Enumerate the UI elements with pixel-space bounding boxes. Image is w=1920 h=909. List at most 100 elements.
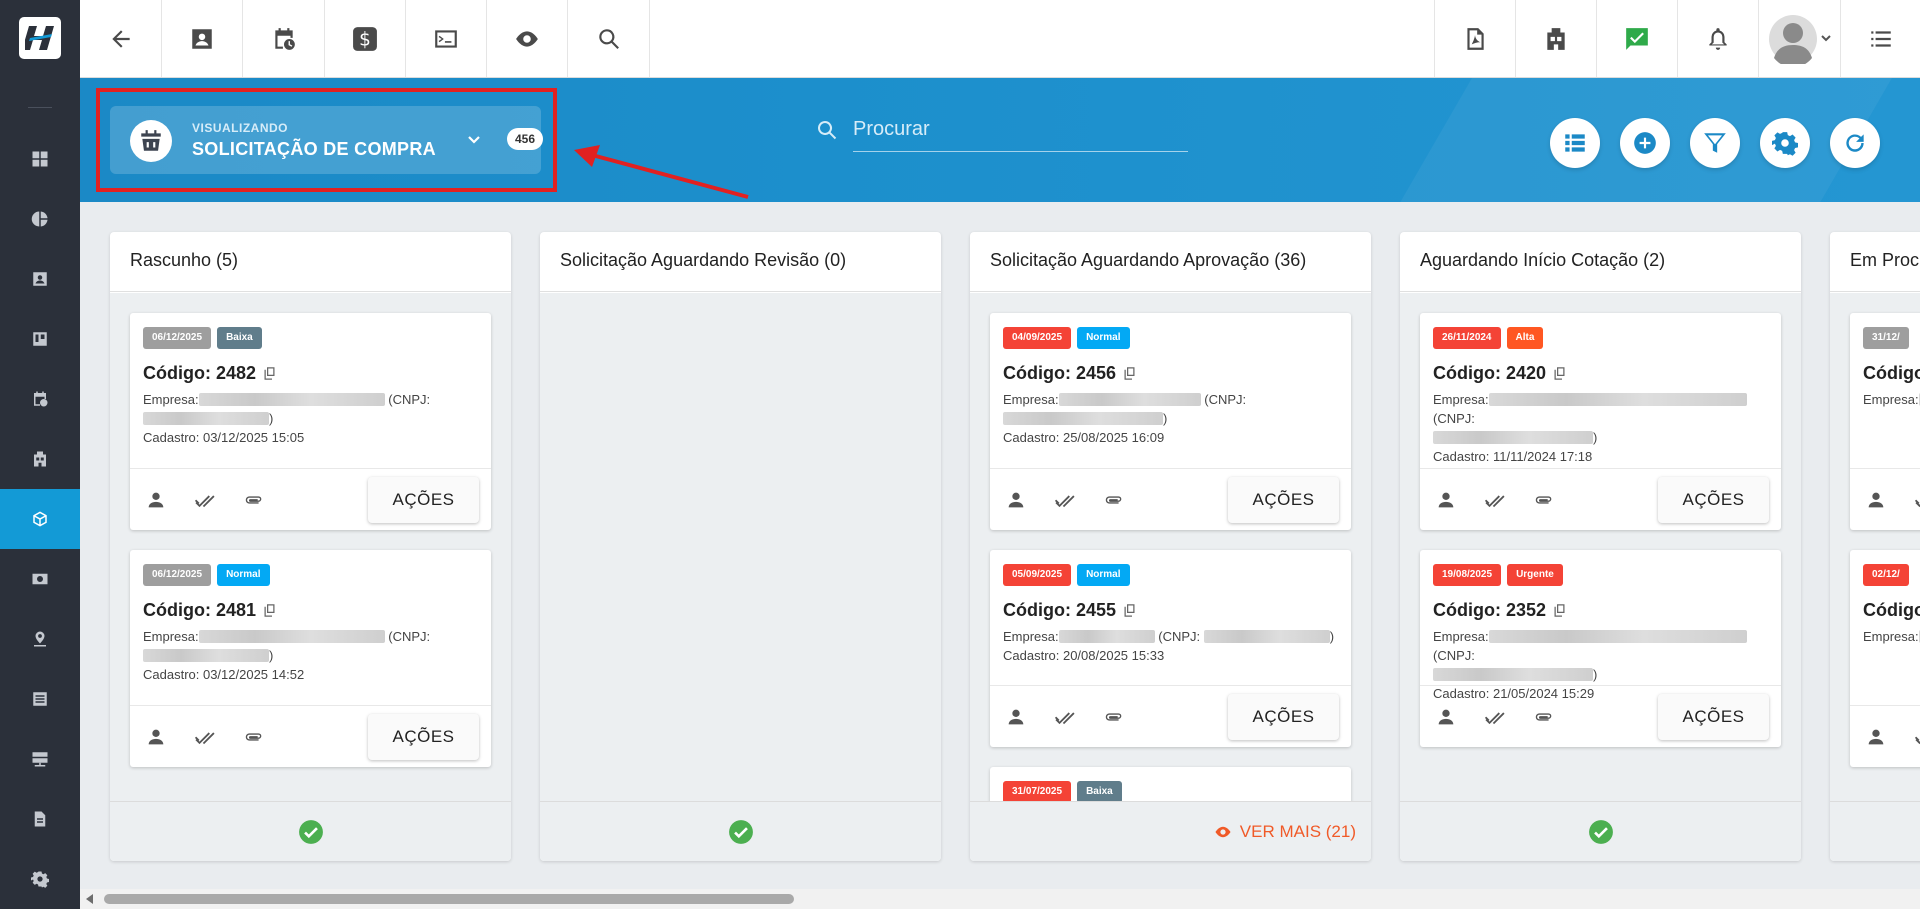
copy-icon[interactable] bbox=[1552, 366, 1567, 381]
sidebar-item-records[interactable] bbox=[0, 669, 80, 729]
person-icon[interactable] bbox=[145, 726, 167, 748]
copy-icon[interactable] bbox=[1122, 603, 1137, 618]
horizontal-scrollbar[interactable] bbox=[80, 889, 1920, 909]
list-view-button[interactable] bbox=[1550, 118, 1600, 168]
double-check-icon[interactable] bbox=[194, 489, 216, 511]
double-check-icon[interactable] bbox=[1914, 489, 1920, 511]
cnpj-close: ) bbox=[1593, 667, 1598, 682]
actions-button[interactable]: AÇÕES bbox=[368, 476, 479, 523]
company-button[interactable] bbox=[1515, 0, 1596, 77]
double-check-icon[interactable] bbox=[1054, 706, 1076, 728]
settings-button[interactable] bbox=[1760, 118, 1810, 168]
see-more-label: VER MAIS (21) bbox=[1239, 821, 1356, 841]
actions-button[interactable]: AÇÕES bbox=[1658, 693, 1769, 740]
person-icon[interactable] bbox=[1005, 706, 1027, 728]
scrollbar-thumb[interactable] bbox=[104, 894, 794, 904]
app-logo[interactable] bbox=[19, 17, 61, 59]
sidebar-item-documents[interactable] bbox=[0, 789, 80, 849]
user-menu[interactable] bbox=[1758, 0, 1840, 77]
request-card[interactable]: 06/12/2025 Baixa Código: 2482 Empresa: (… bbox=[130, 313, 491, 530]
column-body[interactable]: 26/11/2024 Alta Código: 2420 Empresa: (C… bbox=[1400, 293, 1801, 801]
search-input[interactable] bbox=[853, 108, 1188, 152]
request-card[interactable]: 31/12/ Código: Empresa: bbox=[1850, 313, 1920, 530]
copy-icon[interactable] bbox=[1122, 366, 1137, 381]
sidebar-item-servers[interactable] bbox=[0, 729, 80, 789]
column-body[interactable] bbox=[540, 293, 941, 801]
attachment-icon[interactable] bbox=[1103, 706, 1125, 728]
column-body[interactable]: 04/09/2025 Normal Código: 2456 Empresa: … bbox=[970, 293, 1371, 801]
copy-icon[interactable] bbox=[262, 603, 277, 618]
person-icon[interactable] bbox=[145, 489, 167, 511]
sidebar-item-reports[interactable] bbox=[0, 189, 80, 249]
refresh-button[interactable] bbox=[1830, 118, 1880, 168]
bell-icon bbox=[1709, 27, 1727, 50]
see-more-link[interactable]: VER MAIS (21) bbox=[1214, 822, 1356, 842]
request-card[interactable]: 06/12/2025 Normal Código: 2481 Empresa: … bbox=[130, 550, 491, 767]
request-card[interactable]: 05/09/2025 Normal Código: 2455 Empresa: … bbox=[990, 550, 1351, 747]
view-button[interactable] bbox=[487, 0, 568, 77]
gear-icon bbox=[1772, 132, 1798, 156]
finance-button[interactable]: $ bbox=[325, 0, 406, 77]
notifications-button[interactable] bbox=[1677, 0, 1758, 77]
attachment-icon[interactable] bbox=[1533, 489, 1555, 511]
pdf-button[interactable] bbox=[1434, 0, 1515, 77]
search-button[interactable] bbox=[568, 0, 650, 77]
copy-icon[interactable] bbox=[262, 366, 277, 381]
person-icon[interactable] bbox=[1865, 489, 1887, 511]
check-circle-icon bbox=[728, 819, 753, 844]
request-card[interactable]: 31/07/2025 Baixa bbox=[990, 767, 1351, 801]
terminal-button[interactable] bbox=[406, 0, 487, 77]
person-icon[interactable] bbox=[1435, 489, 1457, 511]
sidebar-item-dashboard[interactable] bbox=[0, 129, 80, 189]
actions-button[interactable]: AÇÕES bbox=[1228, 693, 1339, 740]
request-card[interactable]: 02/12/ Código: Empresa: bbox=[1850, 550, 1920, 767]
back-button[interactable] bbox=[80, 0, 162, 77]
actions-button[interactable]: AÇÕES bbox=[368, 713, 479, 760]
copy-icon[interactable] bbox=[1552, 603, 1567, 618]
double-check-icon[interactable] bbox=[1484, 706, 1506, 728]
sidebar-item-purchasing[interactable] bbox=[0, 489, 80, 549]
sidebar-item-company[interactable] bbox=[0, 429, 80, 489]
attachment-icon[interactable] bbox=[243, 489, 265, 511]
add-button[interactable] bbox=[1620, 118, 1670, 168]
person-icon[interactable] bbox=[1865, 726, 1887, 748]
person-icon[interactable] bbox=[1435, 706, 1457, 728]
eye-icon bbox=[1215, 826, 1231, 837]
scroll-left-arrow-icon[interactable] bbox=[86, 894, 93, 904]
double-check-icon[interactable] bbox=[1484, 489, 1506, 511]
schedule-button[interactable] bbox=[243, 0, 325, 77]
attachment-icon[interactable] bbox=[1103, 489, 1125, 511]
actions-button[interactable]: AÇÕES bbox=[1228, 476, 1339, 523]
sidebar-item-kanban[interactable] bbox=[0, 309, 80, 369]
contacts-button[interactable] bbox=[162, 0, 243, 77]
contact-card-icon bbox=[33, 272, 47, 286]
attachment-icon[interactable] bbox=[1533, 706, 1555, 728]
attachment-icon[interactable] bbox=[243, 726, 265, 748]
request-card[interactable]: 26/11/2024 Alta Código: 2420 Empresa: (C… bbox=[1420, 313, 1781, 530]
person-icon[interactable] bbox=[1005, 489, 1027, 511]
sidebar-item-contacts[interactable] bbox=[0, 249, 80, 309]
card-cnpj-line: ) bbox=[1003, 409, 1338, 428]
double-check-icon[interactable] bbox=[1054, 489, 1076, 511]
double-check-icon[interactable] bbox=[1914, 726, 1920, 748]
filter-button[interactable] bbox=[1690, 118, 1740, 168]
view-selector[interactable]: VISUALIZANDO SOLICITAÇÃO DE COMPRA 456 bbox=[110, 106, 544, 174]
sidebar-item-schedule[interactable] bbox=[0, 369, 80, 429]
column-title: Aguardando Início Cotação (2) bbox=[1400, 232, 1801, 292]
redacted-company-name bbox=[1058, 393, 1201, 406]
request-card[interactable]: 19/08/2025 Urgente Código: 2352 Empresa:… bbox=[1420, 550, 1781, 747]
request-card[interactable]: 04/09/2025 Normal Código: 2456 Empresa: … bbox=[990, 313, 1351, 530]
sidebar-item-finance[interactable] bbox=[0, 549, 80, 609]
card-info: Empresa: bbox=[1863, 627, 1920, 646]
sidebar-item-settings[interactable] bbox=[0, 849, 80, 909]
approvals-button[interactable] bbox=[1596, 0, 1677, 77]
card-company: Empresa: (CNPJ: ) bbox=[1003, 627, 1338, 646]
sidebar-item-locations[interactable] bbox=[0, 609, 80, 669]
card-info: Empresa: (CNPJ: ) Cadastro: 20/08/2025 1… bbox=[1003, 627, 1338, 665]
menu-button[interactable] bbox=[1840, 0, 1920, 77]
chevron-down-icon[interactable] bbox=[466, 132, 482, 148]
column-body[interactable]: 06/12/2025 Baixa Código: 2482 Empresa: (… bbox=[110, 293, 511, 801]
actions-button[interactable]: AÇÕES bbox=[1658, 476, 1769, 523]
column-body[interactable]: 31/12/ Código: Empresa: bbox=[1830, 293, 1920, 801]
double-check-icon[interactable] bbox=[194, 726, 216, 748]
